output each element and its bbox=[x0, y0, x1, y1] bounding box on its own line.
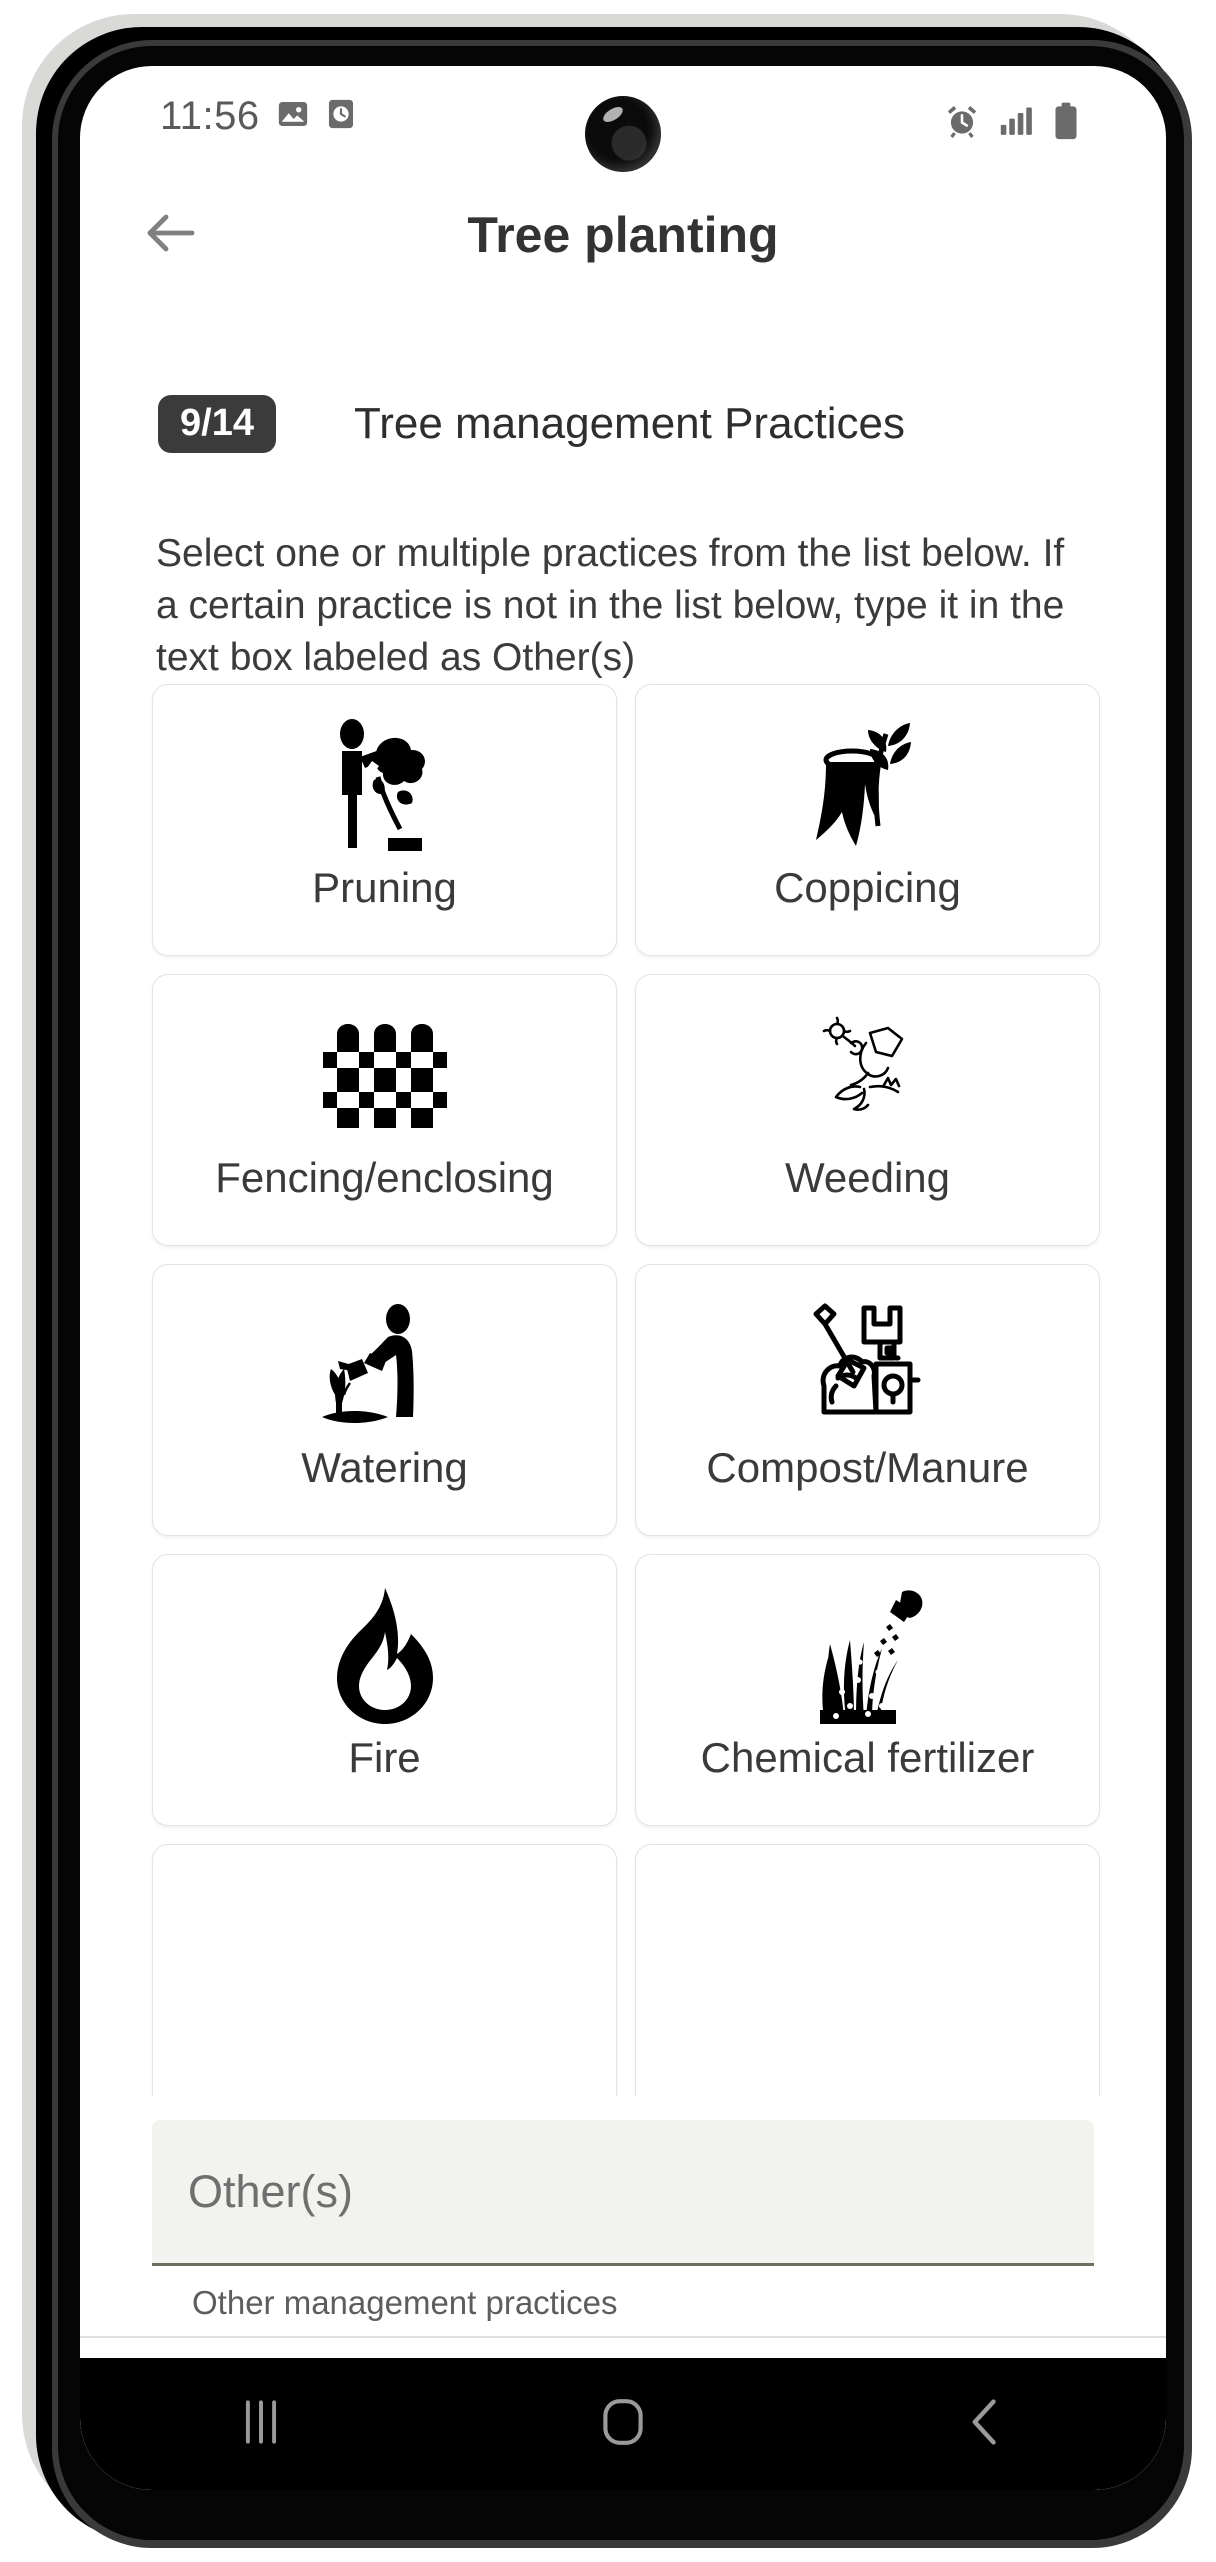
practice-card-pruning[interactable]: Pruning bbox=[152, 684, 617, 956]
status-bar: 11:56 bbox=[80, 66, 1166, 176]
home-button[interactable] bbox=[563, 2374, 683, 2474]
card-label: Chemical fertilizer bbox=[700, 1734, 1035, 1781]
signal-bars-icon bbox=[1000, 106, 1034, 141]
practice-card-compost[interactable]: Compost/Manure bbox=[635, 1264, 1100, 1536]
pruning-icon bbox=[153, 711, 616, 861]
back-arrow-button[interactable] bbox=[128, 193, 212, 277]
practice-card-chemical-fertilizer[interactable]: Chemical fertilizer bbox=[635, 1554, 1100, 1826]
coppicing-icon bbox=[636, 711, 1099, 861]
practice-card-partial-right[interactable] bbox=[635, 1844, 1100, 2116]
instructions-text: Select one or multiple practices from th… bbox=[156, 532, 1065, 679]
phone-mockup: 11:56 Tree planting 9/14 Tree management… bbox=[22, 14, 1194, 2548]
card-label: Fire bbox=[348, 1734, 421, 1781]
page-title: Tree planting bbox=[467, 207, 779, 263]
fence-icon bbox=[153, 1001, 616, 1151]
android-system-nav bbox=[80, 2358, 1166, 2490]
status-bar-left: 11:56 bbox=[160, 94, 356, 139]
placeholder-icon bbox=[636, 1871, 1099, 2021]
step-title: Tree management Practices bbox=[353, 399, 906, 448]
chemical-fertilizer-icon bbox=[636, 1581, 1099, 1731]
practice-card-fire[interactable]: Fire bbox=[152, 1554, 617, 1826]
app-header: Tree planting bbox=[80, 176, 1166, 294]
system-back-icon bbox=[968, 2398, 1002, 2451]
fire-icon bbox=[153, 1581, 616, 1731]
card-label: Weeding bbox=[784, 1154, 950, 1201]
practice-card-coppicing[interactable]: Coppicing bbox=[635, 684, 1100, 956]
card-label: Coppicing bbox=[774, 864, 961, 911]
phone-screen: 11:56 Tree planting 9/14 Tree management… bbox=[80, 66, 1166, 2490]
other-helper-text: Other management practices bbox=[192, 2284, 618, 2321]
placeholder-icon bbox=[153, 1871, 616, 2021]
clock-widget-icon bbox=[326, 97, 356, 136]
status-time: 11:56 bbox=[160, 94, 260, 138]
card-label: Pruning bbox=[312, 864, 457, 911]
practice-card-watering[interactable]: Watering bbox=[152, 1264, 617, 1536]
card-label: Watering bbox=[301, 1444, 468, 1491]
home-icon bbox=[602, 2398, 644, 2451]
back-arrow-icon bbox=[144, 210, 196, 261]
practices-grid: Pruning Coppicing Fencing/enclosing Weed… bbox=[152, 684, 1100, 2116]
practice-card-weeding[interactable]: Weeding bbox=[635, 974, 1100, 1246]
alarm-icon bbox=[944, 103, 980, 144]
practice-card-partial-left[interactable] bbox=[152, 1844, 617, 2116]
image-icon bbox=[276, 97, 310, 136]
compost-manure-icon bbox=[636, 1291, 1099, 1441]
step-row: 9/14 Tree management Practices bbox=[80, 384, 1166, 464]
watering-person-icon bbox=[153, 1291, 616, 1441]
camera-punch-hole bbox=[585, 96, 661, 172]
card-label: Compost/Manure bbox=[706, 1444, 1029, 1491]
other-field-wrapper: Other management practices bbox=[152, 2096, 1094, 2322]
other-input[interactable] bbox=[152, 2120, 1094, 2266]
practice-card-fencing[interactable]: Fencing/enclosing bbox=[152, 974, 617, 1246]
recents-icon bbox=[243, 2399, 279, 2450]
system-back-button[interactable] bbox=[925, 2374, 1045, 2474]
bottom-overlay: Other management practices ❮ Previous Ne… bbox=[80, 2096, 1166, 2490]
recents-button[interactable] bbox=[201, 2374, 321, 2474]
status-bar-right bbox=[944, 102, 1078, 145]
card-label: Fencing/enclosing bbox=[215, 1154, 554, 1201]
step-badge: 9/14 bbox=[158, 395, 276, 453]
battery-icon bbox=[1054, 102, 1078, 145]
weeding-hand-icon bbox=[636, 1001, 1099, 1151]
